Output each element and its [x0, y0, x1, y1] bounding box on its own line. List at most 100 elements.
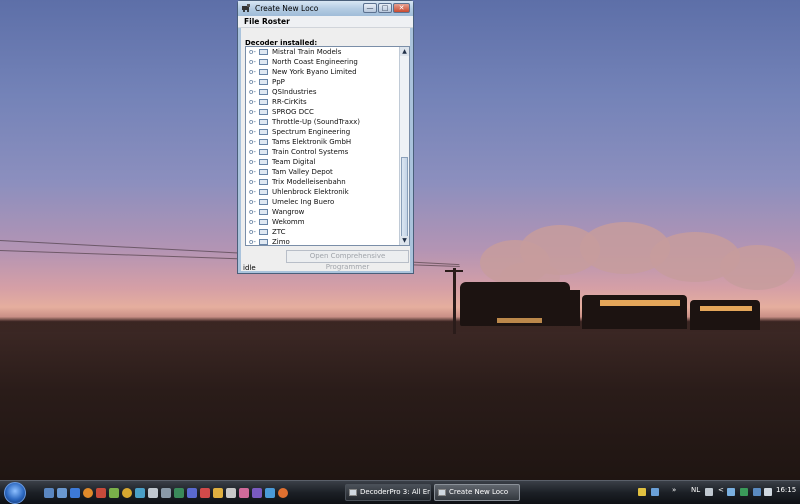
- tree-node[interactable]: o- North Coast Engineering: [246, 57, 409, 67]
- quicklaunch-media-icon[interactable]: [109, 488, 119, 498]
- expand-handle-icon[interactable]: o-: [249, 168, 256, 176]
- folder-icon: [259, 229, 268, 235]
- expand-handle-icon[interactable]: o-: [249, 48, 256, 56]
- expand-handle-icon[interactable]: o-: [249, 58, 256, 66]
- taskbar-item-create-new-loco[interactable]: Create New Loco: [434, 484, 520, 501]
- expand-handle-icon[interactable]: o-: [249, 178, 256, 186]
- expand-handle-icon[interactable]: o-: [249, 78, 256, 86]
- decoder-tree[interactable]: o- Mistral Train Models o- North Coast Engi…: [245, 46, 410, 246]
- expand-handle-icon[interactable]: o-: [249, 128, 256, 136]
- quicklaunch-app-icon[interactable]: [226, 488, 236, 498]
- quicklaunch-app-icon[interactable]: [239, 488, 249, 498]
- tree-node[interactable]: o- Trix Modelleisenbahn: [246, 177, 409, 187]
- tree-node[interactable]: o- Tams Elektronik GmbH: [246, 137, 409, 147]
- tree-node-label: QSIndustries: [272, 88, 317, 96]
- tray-app-icon[interactable]: [651, 488, 659, 496]
- quicklaunch-app-icon[interactable]: [174, 488, 184, 498]
- quicklaunch-app-icon[interactable]: [135, 488, 145, 498]
- expand-handle-icon[interactable]: o-: [249, 208, 256, 216]
- quicklaunch-mail-icon[interactable]: [96, 488, 106, 498]
- quicklaunch-app-icon[interactable]: [213, 488, 223, 498]
- expand-handle-icon[interactable]: o-: [249, 148, 256, 156]
- open-comprehensive-programmer-button[interactable]: Open Comprehensive Programmer: [286, 250, 409, 271]
- network-icon[interactable]: [727, 488, 735, 496]
- tree-node[interactable]: o- Mistral Train Models: [246, 47, 409, 57]
- expand-handle-icon[interactable]: o-: [249, 218, 256, 226]
- folder-icon: [259, 79, 268, 85]
- close-button[interactable]: ✕: [393, 3, 410, 13]
- tree-node[interactable]: o- Wekomm: [246, 217, 409, 227]
- clock[interactable]: 16:15: [776, 486, 796, 494]
- tree-node-label: SPROG DCC: [272, 108, 314, 116]
- tree-node-label: Wangrow: [272, 208, 305, 216]
- expand-handle-icon[interactable]: o-: [249, 228, 256, 236]
- quicklaunch-switch-windows-icon[interactable]: [57, 488, 67, 498]
- tree-node[interactable]: o- PpP: [246, 77, 409, 87]
- quicklaunch-app-icon[interactable]: [278, 488, 288, 498]
- taskbar-item-label: DecoderPro 3: All En...: [360, 488, 431, 496]
- scroll-down-arrow-icon[interactable]: ▼: [400, 236, 409, 245]
- quicklaunch-app-icon[interactable]: [200, 488, 210, 498]
- quicklaunch-app-icon[interactable]: [252, 488, 262, 498]
- expand-handle-icon[interactable]: o-: [249, 68, 256, 76]
- tree-node-label: Throttle-Up (SoundTraxx): [272, 118, 360, 126]
- quicklaunch-browser-icon[interactable]: [83, 488, 93, 498]
- locomotive-cab: [540, 290, 580, 326]
- minimize-button[interactable]: —: [363, 3, 377, 13]
- expand-handle-icon[interactable]: o-: [249, 108, 256, 116]
- quicklaunch-explorer-icon[interactable]: [70, 488, 80, 498]
- tree-node[interactable]: o- Train Control Systems: [246, 147, 409, 157]
- expand-handle-icon[interactable]: o-: [249, 198, 256, 206]
- maximize-button[interactable]: □: [378, 3, 392, 13]
- scroll-thumb[interactable]: [401, 157, 408, 237]
- folder-icon: [259, 119, 268, 125]
- taskbar-item-label: Create New Loco: [449, 488, 509, 496]
- steam-smoke: [720, 245, 795, 290]
- tray-overflow-icon[interactable]: »: [672, 486, 676, 494]
- expand-handle-icon[interactable]: o-: [249, 118, 256, 126]
- tray-app-icon[interactable]: [638, 488, 646, 496]
- quicklaunch-app-icon[interactable]: [122, 488, 132, 498]
- tree-node[interactable]: o- Throttle-Up (SoundTraxx): [246, 117, 409, 127]
- expand-handle-icon[interactable]: o-: [249, 188, 256, 196]
- scroll-up-arrow-icon[interactable]: ▲: [400, 47, 409, 56]
- keyboard-icon[interactable]: [705, 488, 713, 496]
- quicklaunch-app-icon[interactable]: [161, 488, 171, 498]
- tree-node[interactable]: o- QSIndustries: [246, 87, 409, 97]
- taskbar-item-decoderpro[interactable]: DecoderPro 3: All En...: [345, 484, 431, 501]
- display-icon[interactable]: [753, 488, 761, 496]
- menu-file[interactable]: File: [244, 17, 259, 26]
- tray-chevron-icon[interactable]: <: [718, 486, 724, 494]
- expand-handle-icon[interactable]: o-: [249, 158, 256, 166]
- start-button[interactable]: [4, 482, 26, 504]
- folder-icon: [259, 109, 268, 115]
- tree-node[interactable]: o- Spectrum Engineering: [246, 127, 409, 137]
- expand-handle-icon[interactable]: o-: [249, 138, 256, 146]
- tree-node-label: Train Control Systems: [272, 148, 349, 156]
- tree-scrollbar[interactable]: ▲ ▼: [399, 47, 409, 245]
- tree-node[interactable]: o- ZTC: [246, 227, 409, 237]
- expand-handle-icon[interactable]: o-: [249, 88, 256, 96]
- expand-handle-icon[interactable]: o-: [249, 238, 256, 245]
- quicklaunch-app-icon[interactable]: [148, 488, 158, 498]
- tree-node[interactable]: o- Wangrow: [246, 207, 409, 217]
- tree-node-label: Team Digital: [272, 158, 316, 166]
- quicklaunch-show-desktop-icon[interactable]: [44, 488, 54, 498]
- quicklaunch-app-icon[interactable]: [265, 488, 275, 498]
- title-bar[interactable]: Create New Loco — □ ✕: [238, 1, 413, 16]
- volume-icon[interactable]: [764, 488, 772, 496]
- expand-handle-icon[interactable]: o-: [249, 98, 256, 106]
- tree-node[interactable]: o- Zimo: [246, 237, 409, 245]
- language-indicator[interactable]: NL: [691, 486, 700, 494]
- quicklaunch-app-icon[interactable]: [187, 488, 197, 498]
- tree-node[interactable]: o- RR-CirKits: [246, 97, 409, 107]
- tree-node[interactable]: o- Tam Valley Depot: [246, 167, 409, 177]
- tree-node[interactable]: o- Team Digital: [246, 157, 409, 167]
- tree-node[interactable]: o- Uhlenbrock Elektronik: [246, 187, 409, 197]
- tree-node[interactable]: o- Umelec Ing Buero: [246, 197, 409, 207]
- carriage-windows: [600, 300, 680, 306]
- tree-node[interactable]: o- New York Byano Limited: [246, 67, 409, 77]
- security-icon[interactable]: [740, 488, 748, 496]
- tree-node[interactable]: o- SPROG DCC: [246, 107, 409, 117]
- menu-roster[interactable]: Roster: [262, 17, 290, 26]
